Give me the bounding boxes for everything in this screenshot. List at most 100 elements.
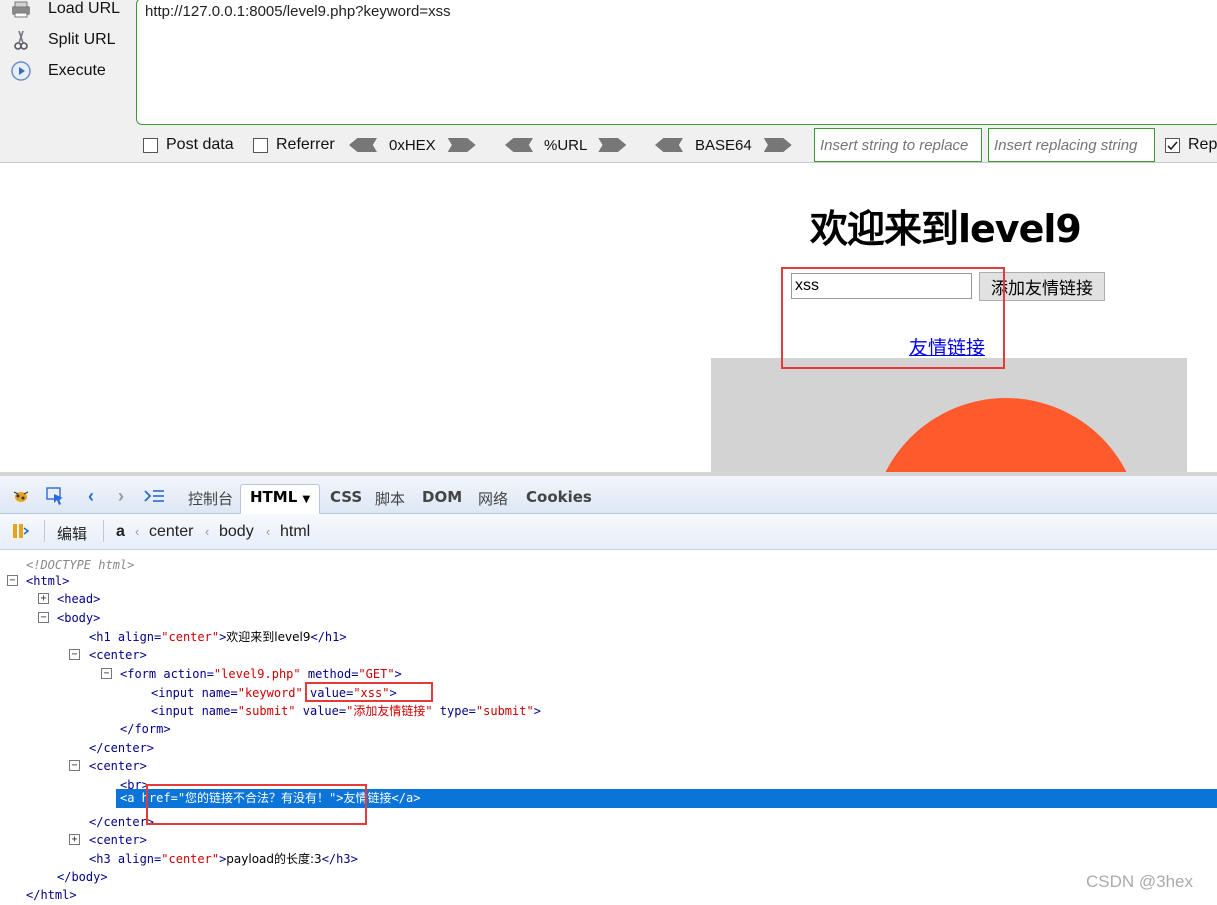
tag-name: <input — [151, 704, 195, 718]
replacing-string-input[interactable] — [988, 128, 1155, 162]
breadcrumb-body[interactable]: body — [219, 523, 254, 541]
tree-center-open-2[interactable]: <center> — [89, 757, 147, 775]
post-data-box[interactable] — [143, 137, 158, 153]
tree-form[interactable]: <form action="level9.php" method="GET"> — [120, 665, 402, 683]
tab-html[interactable]: HTML ▼ — [250, 488, 310, 506]
tree-body-open[interactable]: <body> — [57, 609, 100, 627]
hex-decode-arrow-icon[interactable] — [349, 138, 377, 152]
execute-button[interactable]: Execute — [10, 58, 106, 84]
referrer-box[interactable] — [253, 137, 268, 153]
level-image — [711, 358, 1187, 472]
tree-center-collapsed[interactable]: <center> — [89, 831, 147, 849]
tree-h3[interactable]: <h3 align="center">payload的长度:3</h3> — [89, 850, 358, 868]
tag-end: > — [533, 704, 541, 718]
firebug-icon[interactable] — [10, 486, 32, 506]
url-decode-arrow-icon[interactable] — [505, 138, 533, 152]
expand-icon[interactable]: + — [69, 834, 80, 845]
url-value: http://127.0.0.1:8005/level9.php?keyword… — [145, 3, 451, 20]
attr-name: value= — [295, 704, 347, 718]
load-url-icon — [10, 0, 32, 20]
replace-all-checkbox[interactable]: Rep — [1165, 135, 1217, 155]
page-viewport: 欢迎来到level9 添加友情链接 友情链接 — [0, 164, 1217, 472]
attr-name: type= — [432, 704, 476, 718]
tree-h1[interactable]: <h1 align="center">欢迎来到level9</h1> — [89, 628, 347, 646]
referrer-checkbox[interactable]: Referrer — [253, 135, 335, 155]
tag-name: <form — [120, 667, 157, 681]
expand-icon[interactable]: + — [38, 593, 49, 604]
attr-value: "添加友情链接" — [346, 704, 433, 718]
attr-value: "keyword" — [237, 686, 303, 700]
collapse-icon[interactable]: − — [7, 575, 18, 586]
tree-center-close[interactable]: </center> — [89, 739, 154, 757]
referrer-label: Referrer — [276, 136, 335, 153]
replace-all-box[interactable] — [1165, 137, 1180, 153]
hex-encode-arrow-icon[interactable] — [447, 138, 476, 152]
devtools-breadcrumb-bar: 编辑 a ‹ center ‹ body ‹ html — [0, 514, 1217, 550]
execute-label: Execute — [48, 62, 106, 79]
tree-html-open[interactable]: <html> — [26, 572, 69, 590]
url-encoder: %URL — [505, 134, 627, 156]
url-encode-arrow-icon[interactable] — [598, 138, 627, 152]
base64-encoder: BASE64 — [655, 134, 792, 156]
break-on-mutate-icon[interactable] — [10, 521, 32, 541]
page-title: 欢迎来到level9 — [810, 207, 1082, 251]
back-icon[interactable]: ‹ — [80, 486, 102, 506]
collapse-icon[interactable]: − — [69, 760, 80, 771]
tab-script[interactable]: 脚本 — [375, 488, 405, 509]
tree-input-submit[interactable]: <input name="submit" value="添加友情链接" type… — [151, 702, 541, 720]
tree-head[interactable]: <head> — [57, 590, 100, 608]
hex-encoder: 0xHEX — [349, 134, 476, 156]
collapse-icon[interactable]: − — [38, 612, 49, 623]
tab-console[interactable]: 控制台 — [188, 488, 233, 509]
breadcrumb-a[interactable]: a — [116, 523, 125, 541]
tag-end: > — [394, 667, 402, 681]
collapse-icon[interactable]: − — [101, 668, 112, 679]
split-url-button[interactable]: Split URL — [10, 27, 116, 53]
hackbar-panel: Load URL Split URL Execute http://127.0.… — [0, 0, 1217, 163]
dropdown-arrow-icon: ▼ — [302, 494, 311, 505]
url-textarea[interactable]: http://127.0.0.1:8005/level9.php?keyword… — [136, 0, 1217, 125]
highlight-box-page — [781, 267, 1005, 369]
highlight-box-value — [305, 682, 433, 702]
post-data-checkbox[interactable]: Post data — [143, 135, 234, 155]
scissors-icon — [10, 29, 32, 51]
hex-label: 0xHEX — [389, 136, 436, 154]
forward-icon[interactable]: › — [110, 486, 132, 506]
tree-body-close[interactable]: </body> — [57, 868, 108, 886]
attr-name: name= — [194, 686, 238, 700]
tree-center-close-2[interactable]: </center> — [89, 813, 154, 831]
breadcrumb-html[interactable]: html — [280, 523, 310, 541]
attr-value: "GET" — [358, 667, 395, 681]
play-icon — [10, 60, 32, 82]
tab-cookies[interactable]: Cookies — [526, 488, 592, 506]
tag-name: <a — [120, 791, 135, 805]
attr-value: "center" — [161, 852, 220, 866]
tab-dom[interactable]: DOM — [422, 488, 462, 506]
checkmark-icon — [1167, 140, 1178, 150]
tag-close: </h1> — [310, 630, 347, 644]
divider — [103, 520, 104, 542]
tree-form-close[interactable]: </form> — [120, 720, 171, 738]
tab-network[interactable]: 网络 — [478, 488, 508, 509]
tag-close: </a> — [391, 791, 421, 805]
tag-name: <h3 — [89, 852, 111, 866]
base64-decode-arrow-icon[interactable] — [655, 138, 683, 152]
tab-html-label: HTML — [250, 488, 298, 506]
replace-string-input[interactable] — [814, 128, 982, 162]
base64-encode-arrow-icon[interactable] — [763, 138, 792, 152]
highlight-box-href — [146, 784, 367, 825]
command-line-icon[interactable] — [143, 486, 165, 506]
tree-center-open[interactable]: <center> — [89, 646, 147, 664]
collapse-icon[interactable]: − — [69, 649, 80, 660]
inspect-icon[interactable] — [44, 486, 66, 506]
breadcrumb-center[interactable]: center — [149, 523, 193, 541]
tree-html-close[interactable]: </html> — [26, 886, 77, 904]
attr-name: method= — [300, 667, 359, 681]
tag-close: </h3> — [321, 852, 358, 866]
tab-css[interactable]: CSS — [330, 488, 362, 506]
devtools-tabbar: ‹ › 控制台 HTML ▼ CSS 脚本 DOM 网络 Cookies — [0, 476, 1217, 515]
load-url-button[interactable]: Load URL — [10, 0, 120, 22]
breadcrumb-separator-icon: ‹ — [266, 524, 271, 539]
edit-button[interactable]: 编辑 — [57, 523, 87, 544]
tag-name: <input — [151, 686, 195, 700]
